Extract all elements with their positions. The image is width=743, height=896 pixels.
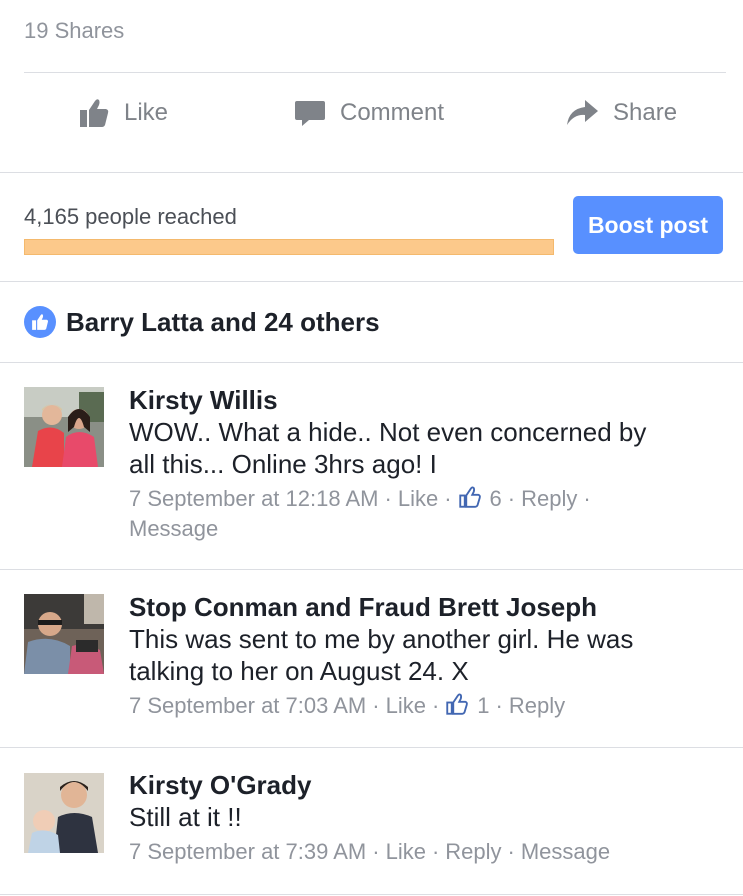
comment-timestamp[interactable]: 7 September at 12:18 AM: [129, 486, 379, 511]
like-button-label: Like: [124, 99, 169, 126]
divider: [0, 569, 743, 570]
likes-summary-text: Barry Latta and 24 others: [66, 306, 380, 337]
comment-reply-link[interactable]: Reply: [445, 839, 501, 864]
comment-like-link[interactable]: Like: [386, 839, 426, 864]
separator-dot: ·: [431, 693, 440, 718]
reach-progress-bar: [24, 239, 554, 255]
comment-timestamp[interactable]: 7 September at 7:39 AM: [129, 839, 366, 864]
comment-text-line: Still at it !!: [129, 802, 242, 832]
thumbs-up-icon: [446, 693, 469, 715]
like-button[interactable]: Like: [78, 92, 168, 134]
likes-summary[interactable]: Barry Latta and 24 others: [24, 306, 380, 338]
boost-post-button[interactable]: Boost post: [573, 196, 723, 254]
comment-like-link[interactable]: Like: [386, 693, 426, 718]
divider: [0, 362, 743, 363]
comment-message-link[interactable]: Message: [129, 516, 218, 541]
divider: [0, 894, 743, 895]
divider: [0, 747, 743, 748]
comment-like-link[interactable]: Like: [398, 486, 438, 511]
share-button-label: Share: [613, 99, 678, 126]
avatar[interactable]: [24, 594, 104, 674]
comment-timestamp[interactable]: 7 September at 7:03 AM: [129, 693, 366, 718]
separator-dot: ·: [507, 486, 516, 511]
thumbs-up-icon: [80, 99, 109, 127]
comment-button[interactable]: Comment: [294, 92, 444, 134]
share-button[interactable]: Share: [565, 92, 677, 134]
separator-dot: ·: [507, 839, 515, 864]
comment-text-line: This was sent to me by another girl. He …: [129, 624, 634, 654]
comment-button-label: Comment: [340, 99, 445, 126]
comment-meta: 7 September at 7:39 AM · Like · Reply · Messag…: [129, 837, 719, 867]
divider: [0, 172, 743, 173]
comment-meta: 7 September at 12:18 AM · Like · 6 · Reply · Mes…: [129, 484, 719, 544]
separator-dot: ·: [495, 693, 503, 718]
comment-meta: 7 September at 7:03 AM · Like · 1 · Reply: [129, 691, 719, 721]
separator-dot: ·: [384, 486, 392, 511]
share-arrow-icon: [567, 100, 598, 125]
comment-author[interactable]: Stop Conman and Fraud Brett Joseph: [129, 591, 719, 623]
separator-dot: ·: [372, 839, 380, 864]
avatar[interactable]: [24, 773, 104, 853]
comment-like-count[interactable]: 6: [458, 486, 502, 511]
separator-dot: ·: [431, 839, 440, 864]
comment-message-link[interactable]: Message: [521, 839, 610, 864]
comment-author[interactable]: Kirsty O'Grady: [129, 769, 719, 801]
divider: [0, 281, 743, 282]
like-count-number: 1: [477, 693, 490, 718]
people-reached-text: 4,165 people reached: [24, 204, 237, 229]
comment-text-line: all this... Online 3hrs ago! I: [129, 449, 437, 479]
comment-reply-link[interactable]: Reply: [509, 693, 565, 718]
thumbs-up-icon: [458, 486, 481, 508]
separator-dot: ·: [583, 486, 591, 511]
like-badge-icon: [24, 306, 56, 338]
separator-dot: ·: [372, 693, 380, 718]
avatar[interactable]: [24, 387, 104, 467]
divider: [24, 72, 726, 73]
separator-dot: ·: [444, 486, 452, 511]
comment-bubble-icon: [295, 101, 325, 126]
comment-reply-link[interactable]: Reply: [521, 486, 577, 511]
comment-like-count[interactable]: 1: [445, 693, 490, 718]
shares-count[interactable]: 19 Shares: [24, 18, 124, 44]
comment-author[interactable]: Kirsty Willis: [129, 384, 719, 416]
reach-progress-fill: [25, 240, 553, 254]
comment-text-line: talking to her on August 24. X: [129, 656, 469, 686]
comment-text-line: WOW.. What a hide.. Not even concerned b…: [129, 417, 647, 447]
like-count-number: 6: [489, 486, 502, 511]
